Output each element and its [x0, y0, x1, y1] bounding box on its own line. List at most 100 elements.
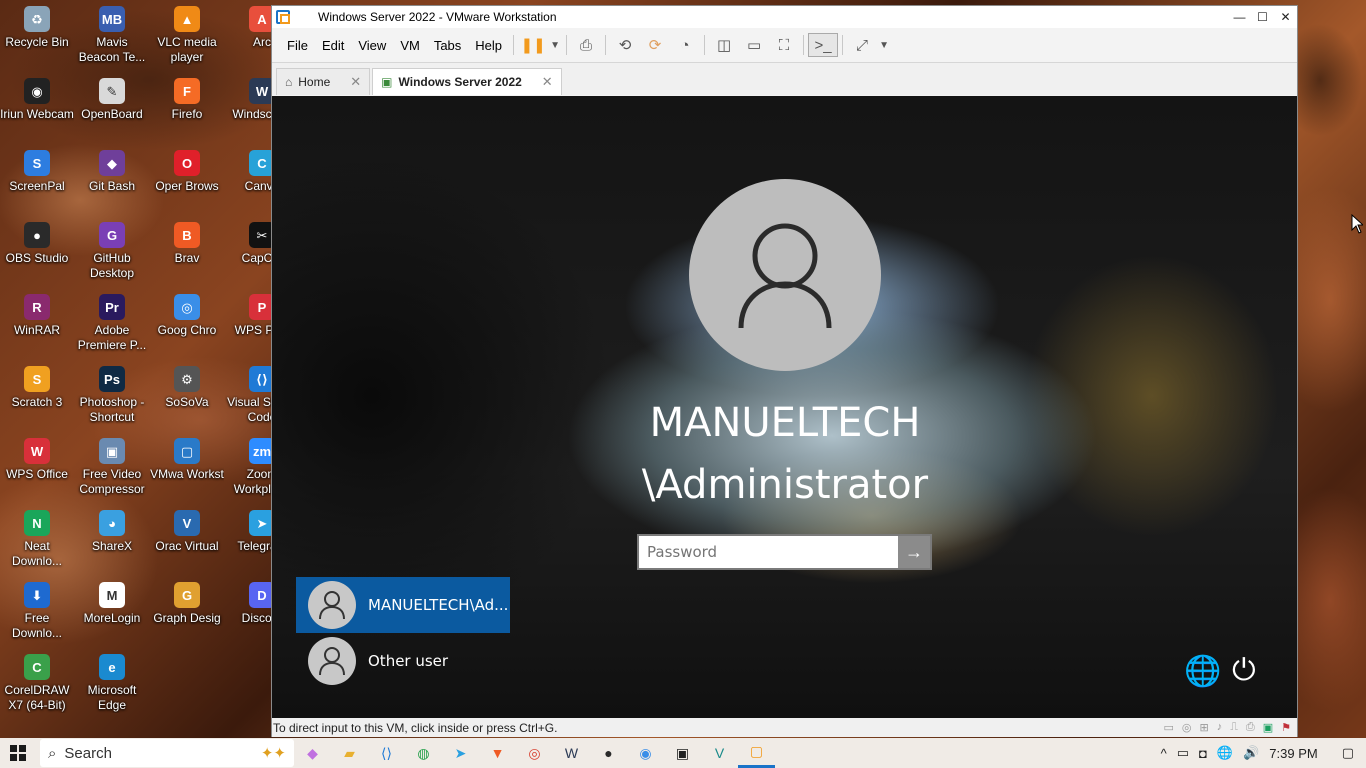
tab-windows-server-2022[interactable]: ▣ Windows Server 2022 ✕	[372, 68, 562, 95]
close-tab-icon[interactable]: ✕	[542, 74, 553, 90]
network-adapter-icon[interactable]: ⊞	[1199, 721, 1208, 734]
desktop-shortcut[interactable]: F Firefo	[150, 78, 224, 122]
desktop-shortcut[interactable]: ▲ VLC media player	[150, 6, 224, 65]
chrome-taskbar-icon[interactable]: ◎	[516, 738, 553, 768]
usb-icon[interactable]: ⎍	[1230, 721, 1238, 734]
user-tile-administrator[interactable]: MANUELTECH\Ad...	[296, 577, 510, 633]
close-tab-icon[interactable]: ✕	[350, 74, 361, 90]
menu-file[interactable]: File	[280, 38, 315, 53]
desktop-shortcut[interactable]: N Neat Downlo...	[0, 510, 74, 569]
menu-edit[interactable]: Edit	[315, 38, 351, 53]
desktop-shortcut[interactable]: C CorelDRAW X7 (64-Bit)	[0, 654, 74, 713]
obs-taskbar-icon[interactable]: ●	[590, 738, 627, 768]
thumbnail-bar-icon[interactable]: ▭	[739, 33, 769, 57]
power-icon[interactable]: ⏻	[1232, 654, 1256, 688]
maximize-button[interactable]: ☐	[1251, 10, 1274, 24]
start-button[interactable]	[0, 745, 36, 761]
stretch-guest-icon[interactable]: ⤢	[847, 33, 877, 57]
user-tile-label: Other user	[368, 652, 449, 670]
snapshot-manager-icon[interactable]: ◔	[670, 33, 700, 57]
menu-vm[interactable]: VM	[393, 38, 427, 53]
desktop-shortcut[interactable]: ◎ Goog Chro	[150, 294, 224, 338]
desktop-shortcut[interactable]: W WPS Office	[0, 438, 74, 482]
file-explorer-icon[interactable]: ▰	[331, 738, 368, 768]
desktop-shortcut[interactable]: G Graph Desig	[150, 582, 224, 626]
suspend-icon[interactable]: ❚❚	[518, 33, 548, 57]
desktop-shortcut[interactable]: Ps Photoshop - Shortcut	[75, 366, 149, 425]
show-hidden-icons-icon[interactable]: ^	[1161, 746, 1167, 761]
desktop-shortcut[interactable]: O Oper Brows	[150, 150, 224, 194]
revert-snapshot-icon[interactable]: ⟳	[640, 33, 670, 57]
whatsapp-icon[interactable]: ◍	[405, 738, 442, 768]
desktop-shortcut[interactable]: ◆ Git Bash	[75, 150, 149, 194]
desktop-shortcut[interactable]: ▣ Free Video Compressor	[75, 438, 149, 497]
desktop-shortcut[interactable]: S Scratch 3	[0, 366, 74, 410]
iriun-taskbar-icon[interactable]: ▣	[664, 738, 701, 768]
console-view-icon[interactable]: >_	[808, 33, 839, 57]
clock-time[interactable]: 7:39 PM	[1269, 746, 1317, 761]
desktop-shortcut[interactable]: ✎ OpenBoard	[75, 78, 149, 122]
desktop-shortcut[interactable]: M MoreLogin	[75, 582, 149, 626]
tab-home[interactable]: ⌂ Home ✕	[276, 68, 371, 95]
desktop-shortcut[interactable]: ◕ ShareX	[75, 510, 149, 554]
desktop-shortcut[interactable]: ⚙ SoSoVa	[150, 366, 224, 410]
desktop-shortcut[interactable]: R WinRAR	[0, 294, 74, 338]
cd-drive-icon[interactable]: ◎	[1182, 721, 1192, 734]
send-ctrl-alt-del-icon[interactable]: ⎙	[571, 33, 601, 57]
desktop-shortcut[interactable]: e Microsoft Edge	[75, 654, 149, 713]
desktop-shortcut[interactable]: V Orac Virtual	[150, 510, 224, 554]
user-tile-other-user[interactable]: Other user	[296, 633, 510, 689]
desktop-shortcut[interactable]: ⬇ Free Downlo...	[0, 582, 74, 641]
desktop-shortcut[interactable]: G GitHub Desktop	[75, 222, 149, 281]
menu-tabs[interactable]: Tabs	[427, 38, 468, 53]
password-input[interactable]	[639, 536, 898, 568]
snapshot-icon[interactable]: ⟲	[610, 33, 640, 57]
sound-card-icon[interactable]: ♪	[1217, 721, 1223, 734]
menu-view[interactable]: View	[351, 38, 393, 53]
chrome-icon: ◎	[174, 294, 200, 320]
vscode-taskbar-icon[interactable]: ⟨⟩	[368, 738, 405, 768]
taskbar-search-box[interactable]: ⌕ Search ✦✦	[40, 739, 294, 767]
desktop-shortcut-label: Brav	[174, 251, 200, 265]
battery-icon[interactable]: ▭	[1177, 745, 1189, 761]
desktop-shortcut[interactable]: ◉ Iriun Webcam	[0, 78, 74, 122]
accessibility-network-icon[interactable]: 🌐	[1184, 654, 1221, 689]
copilot-icon[interactable]: ◆	[294, 738, 331, 768]
desktop-shortcut[interactable]: MB Mavis Beacon Te...	[75, 6, 149, 65]
sharex-icon: ◕	[99, 510, 125, 536]
vmware-converter-taskbar-icon[interactable]: V	[701, 738, 738, 768]
desktop-shortcut-label: GitHub Desktop	[89, 251, 135, 280]
volume-icon[interactable]: 🔊	[1243, 745, 1259, 761]
full-screen-icon[interactable]: ⛶	[769, 33, 799, 57]
vmware-taskbar-icon[interactable]: ▢	[738, 738, 775, 768]
desktop-shortcut[interactable]: S ScreenPal	[0, 150, 74, 194]
obs-studio-icon: ●	[24, 222, 50, 248]
desktop-shortcut[interactable]: B Brav	[150, 222, 224, 266]
brave-taskbar-icon[interactable]: ▼	[479, 738, 516, 768]
windscribe-taskbar-icon[interactable]: W	[553, 738, 590, 768]
menu-help[interactable]: Help	[468, 38, 509, 53]
message-log-icon[interactable]: ⚑	[1281, 721, 1291, 734]
tab-bar: ⌂ Home ✕ ▣ Windows Server 2022 ✕	[272, 62, 1297, 95]
hard-disk-icon[interactable]: ▭	[1163, 721, 1173, 734]
display-icon[interactable]: ▣	[1263, 721, 1273, 734]
notification-icon[interactable]: ▢	[1342, 745, 1354, 761]
desktop-shortcut[interactable]: ▢ VMwa Workst	[150, 438, 224, 482]
desktop-shortcut[interactable]: ♻ Recycle Bin	[0, 6, 74, 50]
vm-console[interactable]: MANUELTECH \Administrator → MANUELTECH\A…	[272, 96, 1297, 718]
title-bar[interactable]: Windows Server 2022 - VMware Workstation…	[272, 6, 1297, 28]
stretch-dropdown-icon[interactable]: ▼	[877, 33, 891, 57]
camera-icon[interactable]: ◘	[1199, 746, 1207, 761]
user-silhouette-icon	[319, 591, 345, 620]
submit-arrow-button[interactable]: →	[898, 536, 930, 568]
desktop-shortcut[interactable]: Pr Adobe Premiere P...	[75, 294, 149, 353]
close-button[interactable]: ✕	[1274, 10, 1297, 24]
telegram-taskbar-icon[interactable]: ➤	[442, 738, 479, 768]
minimize-button[interactable]: —	[1228, 10, 1251, 24]
desktop-shortcut[interactable]: ● OBS Studio	[0, 222, 74, 266]
show-library-icon[interactable]: ◫	[709, 33, 739, 57]
power-dropdown-icon[interactable]: ▼	[548, 33, 562, 57]
printer-icon[interactable]: ⎙	[1246, 721, 1255, 734]
network-icon[interactable]: 🌐	[1217, 745, 1233, 761]
chrome-alt-taskbar-icon[interactable]: ◉	[627, 738, 664, 768]
